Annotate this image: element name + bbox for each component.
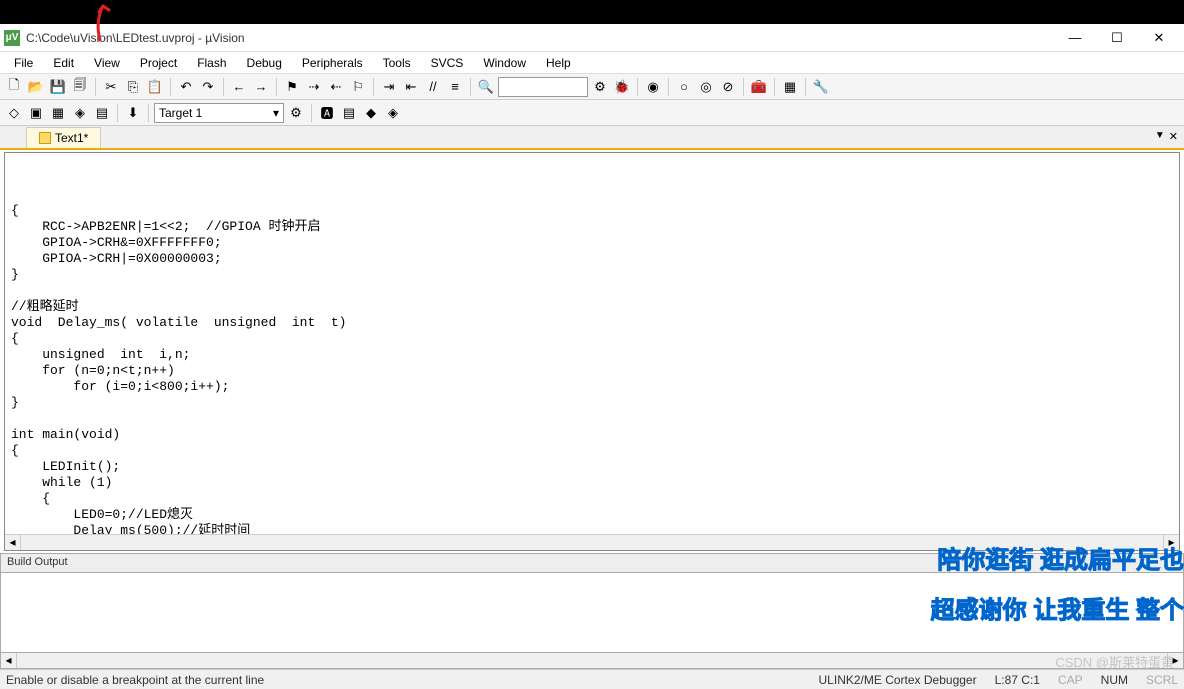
window-icon[interactable]: ▦ [780,77,800,97]
build-output-title: Build Output [0,553,1184,573]
pack-icon[interactable]: ◈ [383,103,403,123]
title-bar: μV C:\Code\uVision\LEDtest.uvproj - µVis… [0,24,1184,52]
search-combo[interactable] [498,77,588,97]
menu-project[interactable]: Project [130,53,187,73]
indent-icon[interactable]: ⇥ [379,77,399,97]
kill-bp-icon[interactable]: ⊘ [718,77,738,97]
disable-bp-icon[interactable]: ○ [674,77,694,97]
close-button[interactable]: ✕ [1138,27,1180,49]
menu-view[interactable]: View [84,53,130,73]
tab-dropdown-icon[interactable]: ▼ [1155,130,1165,143]
wrench-icon[interactable]: 🔧 [811,77,831,97]
menu-window[interactable]: Window [473,53,536,73]
debug-icon[interactable]: 🐞 [612,77,632,97]
output-horizontal-scrollbar[interactable]: ◂ ▸ [0,653,1184,669]
clear-bookmark-icon[interactable]: ⚐ [348,77,368,97]
status-scrl: SCRL [1146,673,1178,687]
manage-icon[interactable]: ▤ [339,103,359,123]
window-title: C:\Code\uVision\LEDtest.uvproj - µVision [26,31,1054,45]
status-num: NUM [1101,673,1128,687]
tab-close-icon[interactable]: ✕ [1169,130,1178,143]
maximize-button[interactable]: ☐ [1096,27,1138,49]
tab-label: Text1* [55,131,88,145]
target-combo[interactable]: Target 1 ▾ [154,103,284,123]
menu-svcs[interactable]: SVCS [421,53,474,73]
file-ext-icon[interactable]: 🅰 [317,103,337,123]
rebuild-icon[interactable]: ▦ [48,103,68,123]
batch-icon[interactable]: ◈ [70,103,90,123]
back-icon[interactable]: ← [229,77,249,97]
stop-icon[interactable]: ▤ [92,103,112,123]
bookmark-icon[interactable]: ⚑ [282,77,302,97]
build-toolbar: ◇▣▦◈▤⬇ Target 1 ▾ ⚙🅰▤◆◈ [0,100,1184,126]
find-icon[interactable]: 🔍 [476,77,496,97]
breakpoint-icon[interactable]: ◉ [643,77,663,97]
horizontal-scrollbar[interactable]: ◂ ▸ [5,534,1179,550]
toolbox-icon[interactable]: 🧰 [749,77,769,97]
download-icon[interactable]: ⬇ [123,103,143,123]
status-message: Enable or disable a breakpoint at the cu… [6,673,801,687]
code-editor[interactable]: { RCC->APB2ENR|=1<<2; //GPIOA 时钟开启 GPIOA… [5,153,1179,534]
enable-bp-icon[interactable]: ◎ [696,77,716,97]
copy-icon[interactable]: ⎘ [123,77,143,97]
forward-icon[interactable]: → [251,77,271,97]
new-file-icon[interactable]: 🗋 [4,77,24,97]
undo-icon[interactable]: ↶ [176,77,196,97]
cut-icon[interactable]: ✂ [101,77,121,97]
editor-tab[interactable]: Text1* [26,127,101,148]
menu-edit[interactable]: Edit [43,53,84,73]
target-label: Target 1 [159,106,202,120]
next-bookmark-icon[interactable]: ⇢ [304,77,324,97]
status-bar: Enable or disable a breakpoint at the cu… [0,669,1184,689]
config-icon[interactable]: ⚙ [590,77,610,97]
status-cap: CAP [1058,673,1083,687]
save-icon[interactable]: 💾 [48,77,68,97]
open-icon[interactable]: 📂 [26,77,46,97]
menu-file[interactable]: File [4,53,43,73]
editor-tabs: Text1* ▼ ✕ [0,126,1184,150]
menu-help[interactable]: Help [536,53,581,73]
status-debugger: ULINK2/ME Cortex Debugger [819,673,977,687]
menu-tools[interactable]: Tools [373,53,421,73]
build-output-panel[interactable] [0,573,1184,653]
options-icon[interactable]: ⚙ [286,103,306,123]
status-cursor-pos: L:87 C:1 [995,673,1040,687]
save-all-icon[interactable]: 🗐 [70,77,90,97]
redo-icon[interactable]: ↷ [198,77,218,97]
uncomment-icon[interactable]: ≡ [445,77,465,97]
paste-icon[interactable]: 📋 [145,77,165,97]
app-icon: μV [4,30,20,46]
file-icon [39,132,51,144]
menu-flash[interactable]: Flash [187,53,236,73]
file-toolbar: 🗋📂💾🗐 ✂⎘📋 ↶↷ ←→ ⚑⇢⇠⚐ ⇥⇤//≡ 🔍 ⚙🐞 ◉ ○◎⊘ 🧰 ▦ 🔧 [0,74,1184,100]
minimize-button[interactable]: — [1054,27,1096,49]
build-icon[interactable]: ▣ [26,103,46,123]
rte-icon[interactable]: ◆ [361,103,381,123]
comment-icon[interactable]: // [423,77,443,97]
translate-icon[interactable]: ◇ [4,103,24,123]
prev-bookmark-icon[interactable]: ⇠ [326,77,346,97]
menu-bar: FileEditViewProjectFlashDebugPeripherals… [0,52,1184,74]
outdent-icon[interactable]: ⇤ [401,77,421,97]
menu-debug[interactable]: Debug [237,53,292,73]
menu-peripherals[interactable]: Peripherals [292,53,373,73]
